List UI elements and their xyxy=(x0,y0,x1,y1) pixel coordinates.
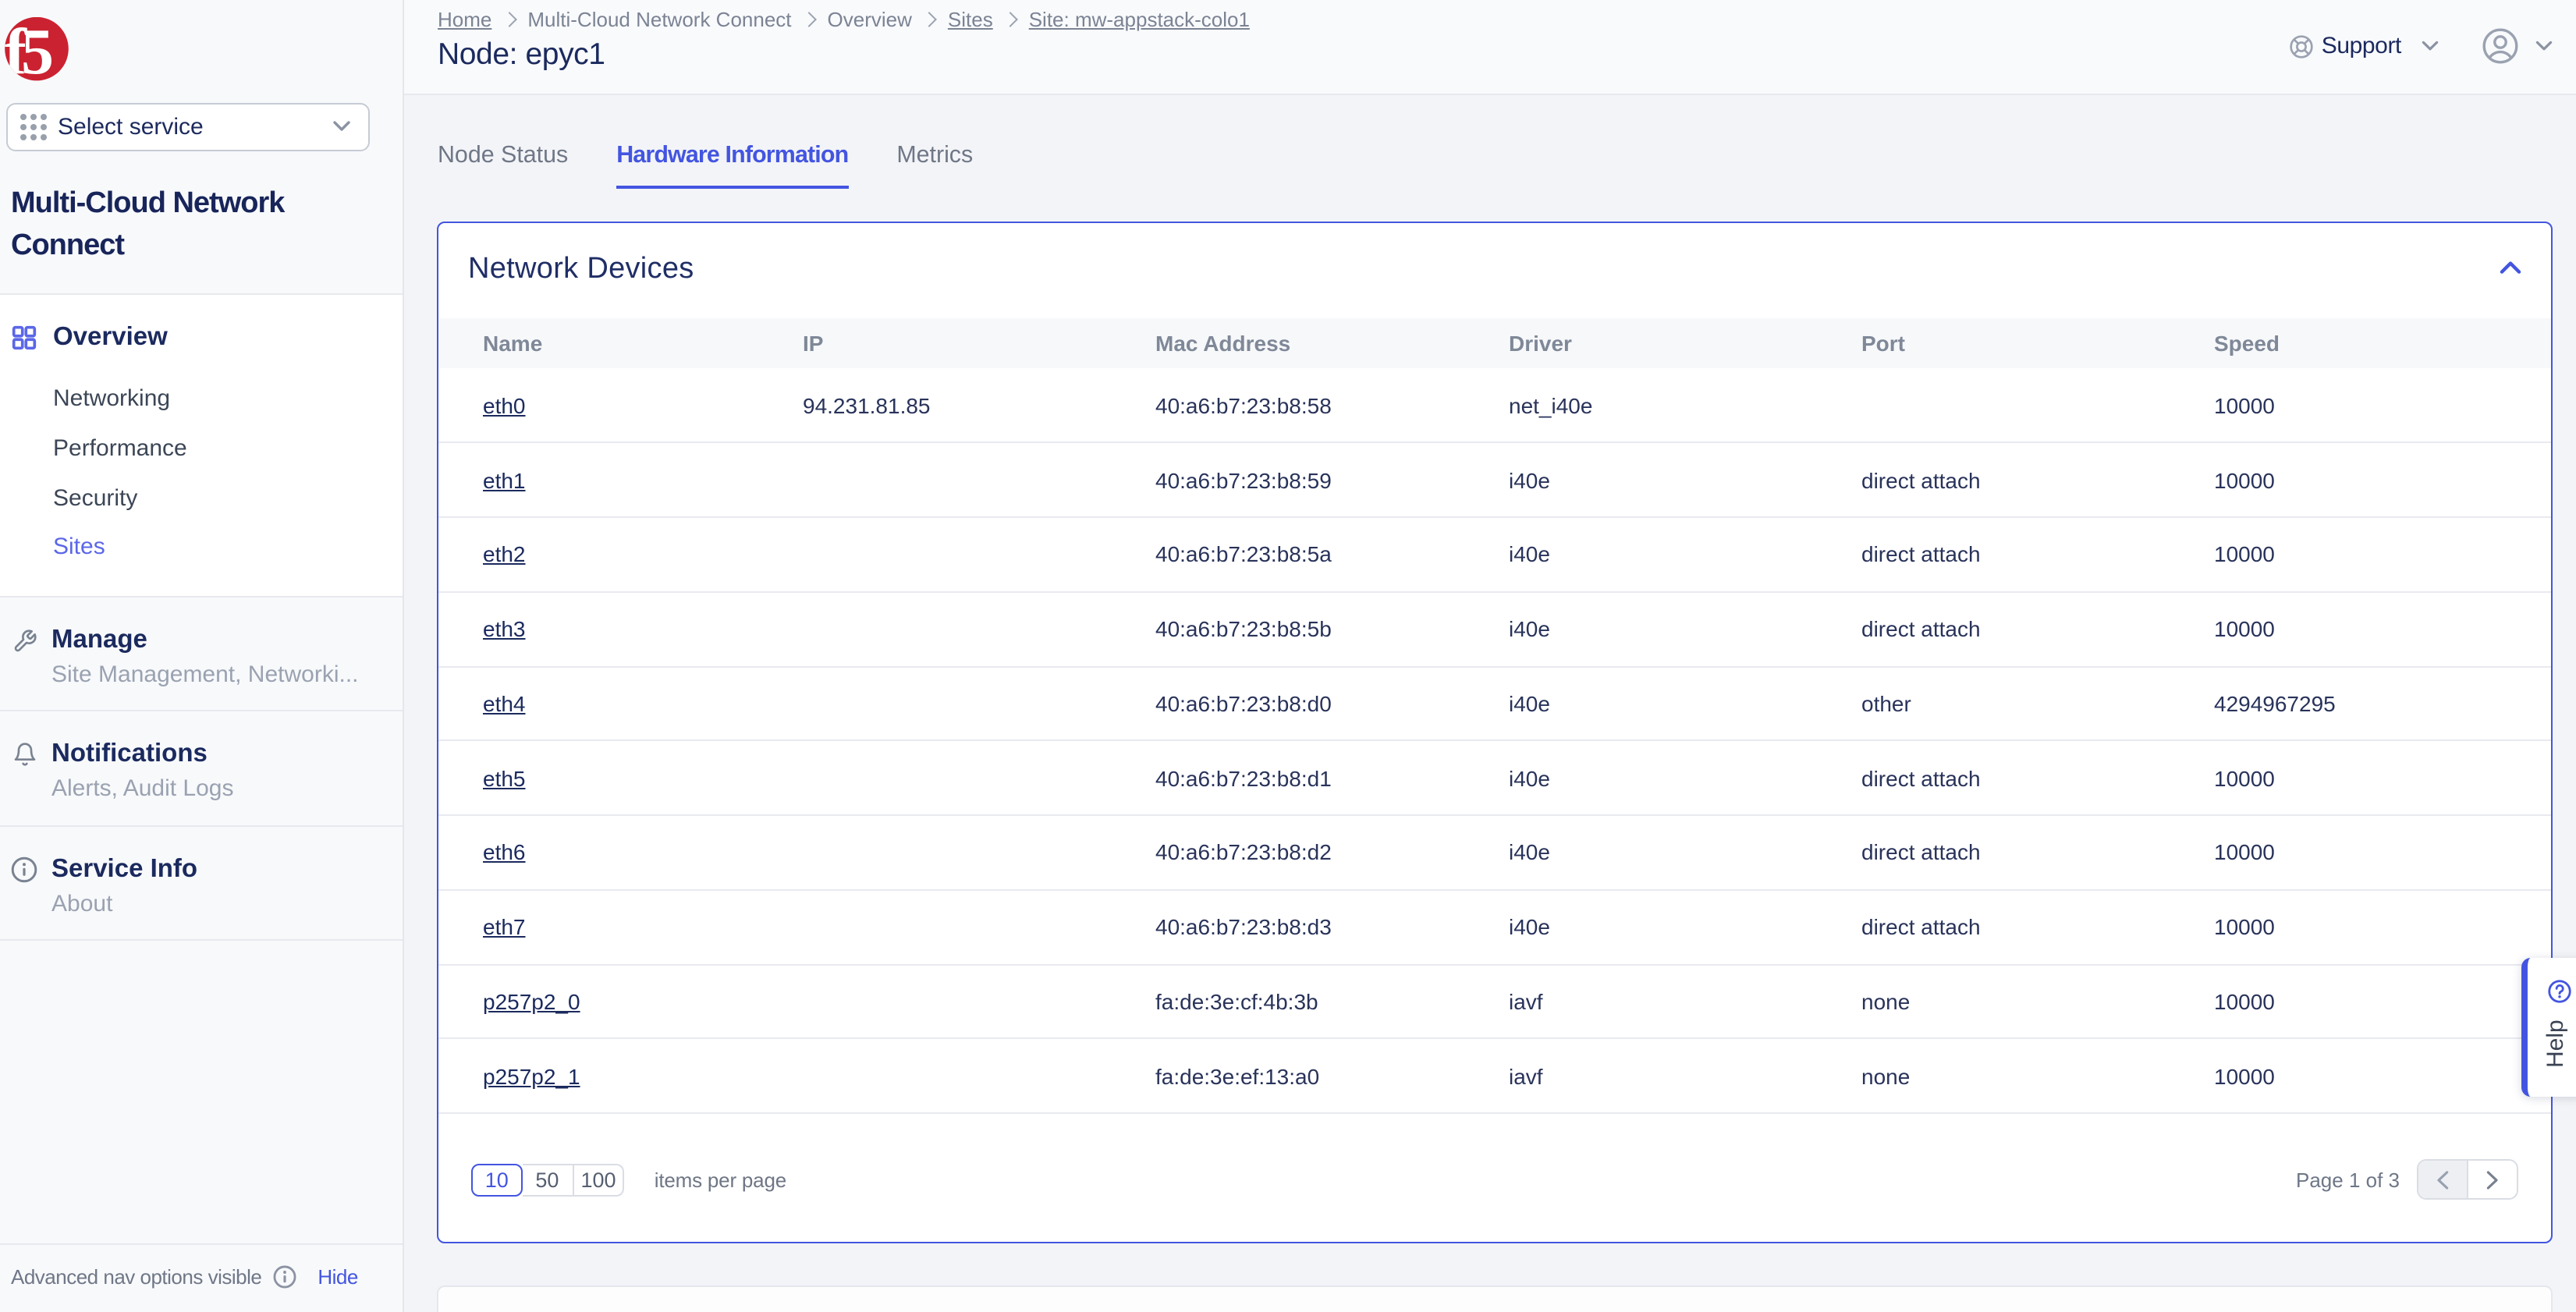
svg-text:f5: f5 xyxy=(5,17,51,81)
